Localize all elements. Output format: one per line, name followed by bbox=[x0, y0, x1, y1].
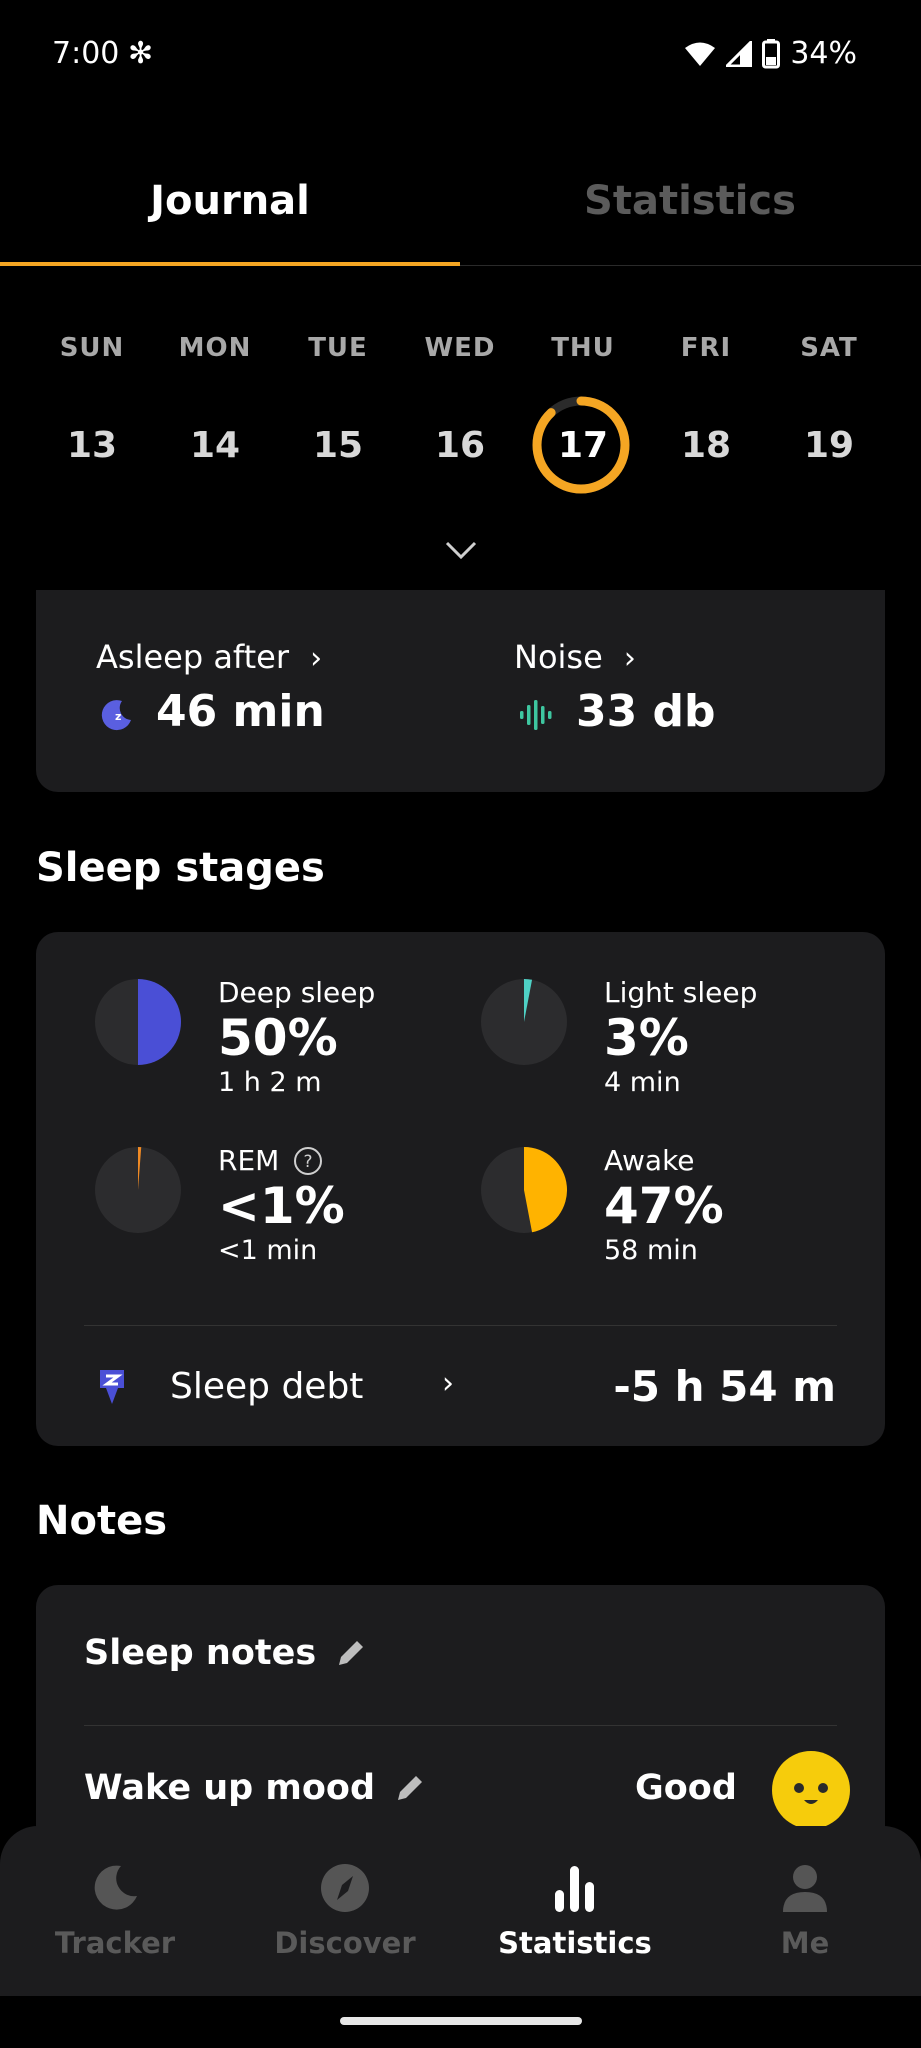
top-tabs: Journal Statistics bbox=[0, 150, 921, 266]
divider bbox=[84, 1725, 837, 1726]
asleep-after-link[interactable]: Asleep after › bbox=[96, 638, 322, 676]
stage-duration: 1 h 2 m bbox=[218, 1067, 322, 1098]
status-bar: 7:00 ✻ 34% bbox=[0, 0, 921, 110]
day-16[interactable]: 16 bbox=[399, 425, 521, 466]
day-18[interactable]: 18 bbox=[645, 425, 767, 466]
wake-mood-value: Good bbox=[635, 1768, 737, 1808]
notes-card: Sleep notes Wake up mood Good bbox=[36, 1585, 885, 1845]
bar-chart-icon bbox=[555, 1866, 594, 1912]
svg-text:z: z bbox=[115, 710, 121, 723]
stage-name: Awake bbox=[604, 1144, 695, 1177]
stage-name: REM bbox=[218, 1144, 280, 1177]
stage-rem: REM ? <1% <1 min bbox=[218, 1144, 345, 1266]
nav-label: Me bbox=[780, 1926, 830, 1960]
rem-pie bbox=[95, 1147, 181, 1233]
nav-statistics[interactable]: Statistics bbox=[460, 1862, 690, 1960]
noise-value: 33 db bbox=[576, 686, 716, 737]
chevron-down-icon[interactable] bbox=[445, 540, 477, 560]
day-name-mon: MON bbox=[178, 333, 252, 363]
noise-link[interactable]: Noise › bbox=[514, 638, 636, 676]
svg-text:?: ? bbox=[304, 1152, 313, 1172]
day-19[interactable]: 19 bbox=[768, 425, 890, 466]
wake-mood-label: Wake up mood bbox=[84, 1768, 376, 1808]
day-name-fri: FRI bbox=[680, 333, 732, 363]
sleep-notes-label: Sleep notes bbox=[84, 1633, 317, 1673]
pencil-icon[interactable] bbox=[393, 1771, 427, 1805]
nav-label: Statistics bbox=[498, 1926, 652, 1960]
nav-label: Tracker bbox=[54, 1926, 176, 1960]
stage-duration: <1 min bbox=[218, 1235, 318, 1266]
notes-title: Notes bbox=[36, 1498, 168, 1544]
stage-light: Light sleep 3% 4 min bbox=[604, 976, 757, 1098]
day-14[interactable]: 14 bbox=[154, 425, 276, 466]
day-name-sun: SUN bbox=[59, 333, 125, 363]
nav-discover[interactable]: Discover bbox=[230, 1862, 460, 1960]
deep-sleep-pie bbox=[95, 979, 181, 1065]
day-13[interactable]: 13 bbox=[31, 425, 153, 466]
chevron-right-icon: › bbox=[442, 1366, 454, 1401]
moon-zz-icon: z bbox=[101, 700, 131, 731]
stage-percent: 47% bbox=[604, 1177, 724, 1235]
stage-awake: Awake 47% 58 min bbox=[604, 1144, 724, 1266]
chevron-right-icon: › bbox=[623, 641, 636, 676]
day-name-tue: TUE bbox=[308, 333, 368, 363]
divider bbox=[84, 1325, 837, 1326]
stage-percent: 3% bbox=[604, 1009, 689, 1067]
moon-icon bbox=[94, 1865, 137, 1910]
day-name-thu: THU bbox=[551, 333, 615, 363]
wake-mood-row[interactable]: Wake up mood bbox=[84, 1768, 427, 1808]
sleep-debt-value: -5 h 54 m bbox=[613, 1362, 836, 1411]
compass-icon bbox=[321, 1864, 369, 1912]
sleep-debt-icon bbox=[100, 1370, 124, 1404]
stage-name: Light sleep bbox=[604, 976, 758, 1009]
stage-duration: 4 min bbox=[604, 1067, 681, 1098]
sound-wave-icon bbox=[520, 700, 552, 730]
pinwheel-icon: ✻ bbox=[128, 36, 154, 71]
stage-percent: 50% bbox=[218, 1009, 338, 1067]
stage-duration: 58 min bbox=[604, 1235, 698, 1266]
asleep-after-label: Asleep after bbox=[96, 638, 290, 676]
smiley-icon[interactable] bbox=[771, 1750, 851, 1830]
help-icon[interactable]: ? bbox=[293, 1146, 323, 1176]
chevron-right-icon: › bbox=[310, 641, 323, 676]
signal-icon bbox=[726, 40, 753, 67]
home-indicator[interactable] bbox=[340, 2017, 582, 2025]
stage-name: Deep sleep bbox=[218, 976, 376, 1009]
light-sleep-pie bbox=[481, 979, 567, 1065]
active-tab-indicator bbox=[0, 262, 460, 266]
sleep-summary-card: Asleep after › z 46 min Noise › 33 db bbox=[36, 590, 885, 792]
noise-label: Noise bbox=[514, 638, 603, 676]
day-name-sat: SAT bbox=[800, 333, 858, 363]
day-15[interactable]: 15 bbox=[277, 425, 399, 466]
status-time: 7:00 bbox=[52, 36, 120, 71]
pencil-icon[interactable] bbox=[334, 1636, 368, 1670]
nav-label: Discover bbox=[274, 1926, 416, 1960]
sleep-debt-row[interactable]: Sleep debt › -5 h 54 m bbox=[96, 1360, 836, 1420]
nav-tracker[interactable]: Tracker bbox=[0, 1862, 230, 1960]
stage-percent: <1% bbox=[218, 1177, 345, 1235]
tab-statistics[interactable]: Statistics bbox=[460, 178, 920, 224]
tab-journal[interactable]: Journal bbox=[0, 178, 460, 224]
sleep-stages-card: Deep sleep 50% 1 h 2 m Light sleep 3% 4 … bbox=[36, 932, 885, 1446]
sleep-notes-row[interactable]: Sleep notes bbox=[84, 1633, 368, 1673]
sleep-stages-title: Sleep stages bbox=[36, 845, 325, 891]
bottom-nav: Tracker Discover Statistics Me bbox=[0, 1826, 921, 1996]
person-icon bbox=[783, 1865, 827, 1912]
stage-deep: Deep sleep 50% 1 h 2 m bbox=[218, 976, 375, 1098]
wifi-icon bbox=[685, 42, 716, 66]
asleep-after-value: 46 min bbox=[156, 686, 325, 737]
nav-me[interactable]: Me bbox=[690, 1862, 920, 1960]
battery-icon bbox=[762, 38, 781, 68]
day-17-selected[interactable]: 17 bbox=[522, 425, 644, 466]
awake-pie bbox=[481, 1147, 567, 1233]
battery-percent: 34% bbox=[790, 36, 857, 71]
sleep-debt-label: Sleep debt bbox=[170, 1366, 364, 1407]
day-name-wed: WED bbox=[424, 333, 496, 363]
status-right: 34% bbox=[684, 36, 857, 71]
